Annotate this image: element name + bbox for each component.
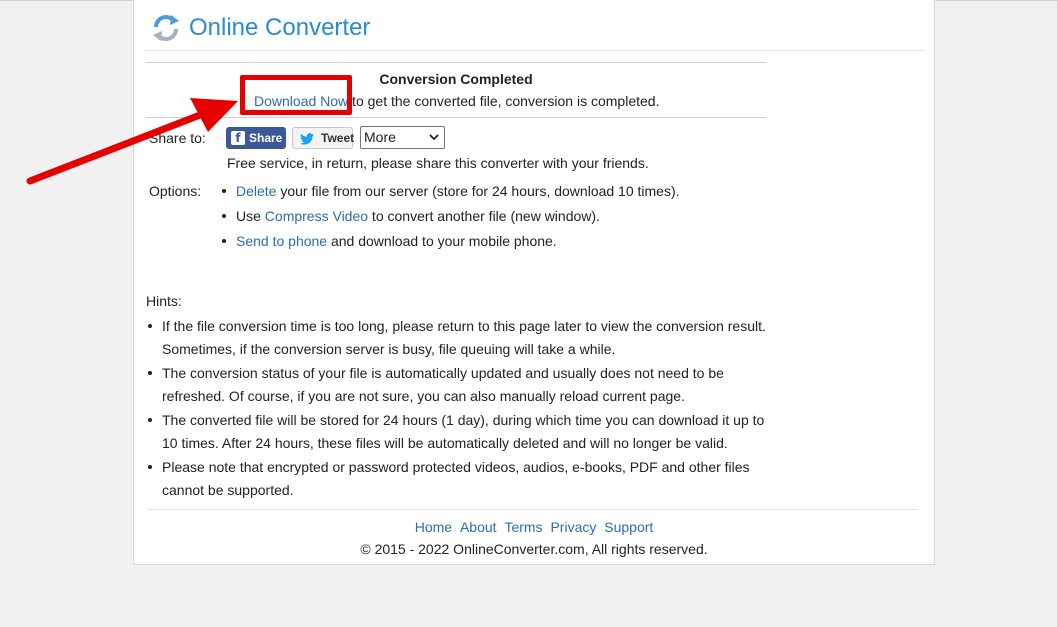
chevron-down-icon xyxy=(429,134,439,141)
copyright-text: © 2015 - 2022 OnlineConverter.com, All r… xyxy=(360,541,708,557)
hint-item: Please note that encrypted or password p… xyxy=(162,459,750,498)
footer-link-about[interactable]: About xyxy=(460,519,497,535)
hint-bullet xyxy=(148,418,152,422)
footer-link-terms[interactable]: Terms xyxy=(504,519,542,535)
brand-logo-link[interactable]: Online Converter xyxy=(189,12,370,44)
hint-item: The conversion status of your file is au… xyxy=(162,365,724,404)
twitter-tweet-label: Tweet xyxy=(321,131,355,145)
download-message-suffix: to get the converted file, conversion is… xyxy=(348,93,660,109)
footer-link-support[interactable]: Support xyxy=(604,519,653,535)
facebook-icon: f xyxy=(231,131,245,145)
facebook-share-button[interactable]: f Share xyxy=(226,127,286,149)
twitter-bird-icon xyxy=(300,133,314,145)
result-bottom-divider xyxy=(146,117,766,118)
option-prefix: Use xyxy=(236,208,265,224)
hint-bullet xyxy=(148,324,152,328)
delete-file-link[interactable]: Delete xyxy=(236,183,276,199)
result-top-divider xyxy=(146,62,766,63)
share-label: Share to: xyxy=(149,130,206,146)
option-bullet xyxy=(222,189,226,193)
download-highlight-box xyxy=(240,75,352,115)
footer-link-privacy[interactable]: Privacy xyxy=(550,519,596,535)
conversion-status-title: Conversion Completed xyxy=(379,71,533,87)
facebook-share-label: Share xyxy=(249,131,283,145)
refresh-arrows-icon xyxy=(153,15,179,41)
send-to-phone-link[interactable]: Send to phone xyxy=(236,233,327,249)
option-bullet xyxy=(222,214,226,218)
options-label: Options: xyxy=(149,183,202,199)
twitter-tweet-button[interactable]: Tweet xyxy=(292,127,355,149)
option-suffix: to convert another file (new window). xyxy=(368,208,600,224)
footer-divider xyxy=(148,509,918,510)
option-suffix: and download to your mobile phone. xyxy=(327,233,557,249)
option-item: Send to phone and download to your mobil… xyxy=(236,233,557,250)
option-bullet xyxy=(222,239,226,243)
header-divider xyxy=(145,50,925,51)
hints-label: Hints: xyxy=(146,293,182,309)
more-share-selected: More xyxy=(364,129,396,145)
hint-bullet xyxy=(148,371,152,375)
option-item: Use Compress Video to convert another fi… xyxy=(236,208,600,225)
hint-item: If the file conversion time is too long,… xyxy=(162,318,766,357)
more-share-select[interactable]: More xyxy=(360,126,445,149)
hint-bullet xyxy=(148,465,152,469)
share-note: Free service, in return, please share th… xyxy=(227,155,649,171)
compress-video-link[interactable]: Compress Video xyxy=(265,208,368,224)
footer-link-home[interactable]: Home xyxy=(415,519,452,535)
footer-links: Home About Terms Privacy Support xyxy=(134,519,934,536)
option-item: Delete your file from our server (store … xyxy=(236,183,680,200)
option-suffix: your file from our server (store for 24 … xyxy=(276,183,680,199)
hint-item: The converted file will be stored for 24… xyxy=(162,412,765,451)
